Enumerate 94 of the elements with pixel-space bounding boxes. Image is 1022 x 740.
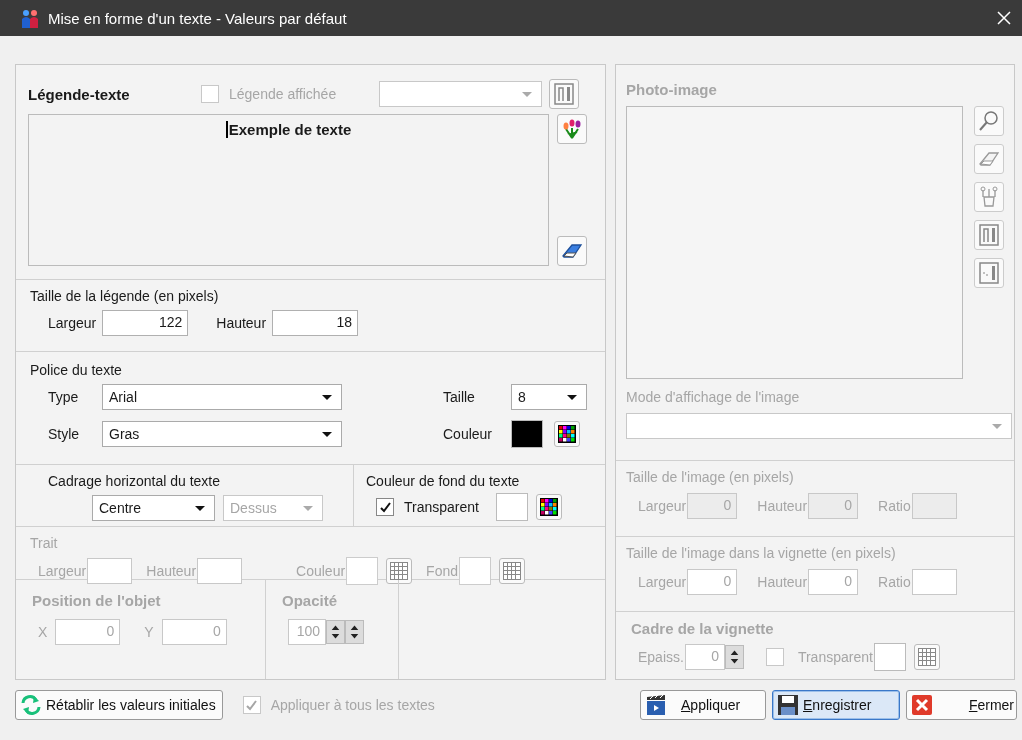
action-button[interactable]: Appliquer (640, 690, 766, 720)
people-icon (20, 8, 40, 28)
field-label: Ratio (878, 498, 911, 515)
input-field[interactable]: 18 (272, 310, 359, 336)
grid-icon (390, 562, 409, 580)
field-label: Ratio (878, 573, 911, 590)
frame-icon (977, 223, 1001, 247)
section-title: Position de l'objet (32, 592, 162, 609)
field-label: Mode d'affichage de l'image (626, 389, 801, 405)
dropdown[interactable]: 8 (511, 384, 587, 410)
section-title: Photo-image (626, 81, 718, 98)
checkmark-icon (245, 699, 259, 711)
field-label: Légende affichée (229, 86, 338, 102)
refresh-icon (20, 694, 42, 716)
close-icon (996, 10, 1012, 26)
field-label: X (38, 624, 48, 640)
field-label: Hauteur (216, 315, 267, 331)
palette-icon (539, 498, 558, 516)
section-title: Couleur de fond du texte (366, 473, 521, 489)
field-label: Largeur (638, 498, 687, 515)
grid-icon (917, 648, 936, 666)
field-label: Hauteur (757, 498, 808, 515)
flowers-icon (977, 185, 1001, 209)
checkbox[interactable] (376, 498, 394, 516)
field-label: Largeur (48, 315, 97, 331)
field-label: Fond (426, 563, 459, 579)
dropdown[interactable]: Arial (102, 384, 342, 410)
section-title: Légende-texte (28, 85, 131, 103)
section-title: Opacité (282, 592, 339, 609)
section-title: Trait (30, 535, 59, 551)
grid-icon (503, 562, 522, 580)
color-picker-button[interactable] (499, 558, 526, 584)
color-picker-button[interactable] (913, 644, 940, 670)
clapperboard-icon (645, 694, 667, 716)
section-title: Cadrage horizontal du texte (48, 473, 221, 489)
window-title: Mise en forme d'un texte - Valeurs par défaut (48, 9, 348, 27)
caret-icon (521, 90, 533, 98)
field-label: Couleur (442, 426, 494, 442)
color-swatch[interactable] (459, 557, 492, 585)
field-label: Hauteur (757, 573, 808, 590)
field-label: Largeur (638, 573, 687, 590)
field-label: Appliquer à tous les textes (270, 697, 435, 713)
close-icon (911, 694, 933, 716)
caret-icon (991, 422, 1003, 430)
color-swatch[interactable] (495, 493, 528, 521)
sample-text: Exemple de texte (225, 121, 352, 138)
field-label: Transparent (404, 499, 479, 515)
caret-icon (321, 393, 333, 401)
action-button[interactable]: Enregistrer (772, 690, 900, 720)
checkmark-icon (378, 501, 392, 513)
frame-icon (552, 82, 576, 106)
caret-icon (302, 504, 314, 512)
search-icon (977, 109, 1001, 133)
icon-button[interactable] (557, 114, 587, 144)
color-picker-button[interactable] (386, 558, 413, 584)
palette-icon (558, 425, 576, 443)
field-label: Hauteur (146, 563, 197, 579)
field-label: Largeur (38, 563, 87, 579)
field-label: Epaiss. (638, 649, 684, 665)
color-swatch[interactable] (346, 557, 379, 585)
input-field[interactable] (197, 558, 243, 584)
color-picker-button[interactable] (535, 494, 562, 520)
field-label: Couleur (296, 563, 346, 579)
field-label: Type (48, 389, 80, 405)
frame-icon (977, 261, 1001, 285)
spinner-button[interactable] (326, 620, 345, 644)
color-swatch[interactable] (511, 420, 543, 448)
color-picker-button[interactable] (554, 421, 580, 447)
dropdown[interactable]: Gras (102, 421, 342, 447)
color-swatch[interactable] (873, 643, 906, 671)
section-title: Taille de l'image (en pixels) (626, 469, 795, 486)
dropdown[interactable]: Centre (92, 495, 215, 521)
spinner-button[interactable] (345, 620, 364, 644)
section-title: Taille de l'image dans la vignette (en pixels) (626, 544, 897, 561)
text-area[interactable]: Exemple de texte (28, 114, 549, 266)
icon-button[interactable] (974, 220, 1004, 250)
field-label: Taille (442, 389, 476, 405)
reset-button[interactable]: Rétablir les valeurs initiales (15, 690, 223, 720)
icon-button[interactable] (974, 258, 1004, 288)
input-field[interactable]: 122 (102, 310, 189, 336)
caret-icon (566, 393, 578, 401)
field-label: Style (48, 426, 81, 442)
section-title: Taille de la légende (en pixels) (30, 288, 220, 304)
icon-button[interactable] (974, 106, 1004, 136)
icon-button[interactable] (557, 236, 587, 266)
caret-icon (194, 504, 206, 512)
section-title: Police du texte (30, 362, 123, 378)
section-title: Cadre de la vignette (630, 620, 775, 637)
icon-button[interactable] (549, 79, 579, 109)
action-button[interactable]: Fermer (906, 690, 1017, 720)
field-label: Transparent (797, 649, 873, 665)
field-label: Y (144, 624, 154, 640)
input-field[interactable] (87, 558, 133, 584)
caret-icon (321, 430, 333, 438)
